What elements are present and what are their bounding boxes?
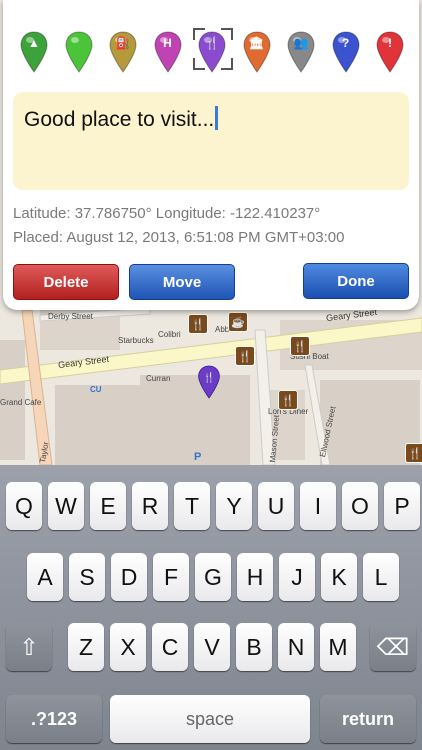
key-v[interactable]: V <box>194 623 230 671</box>
return-key[interactable]: return <box>320 695 416 743</box>
note-text: Good place to visit... <box>24 108 215 131</box>
key-d[interactable]: D <box>111 553 147 601</box>
key-f[interactable]: F <box>153 553 189 601</box>
key-u[interactable]: U <box>258 482 294 530</box>
keyboard: Q W E R T Y U I O P A S D F G H J K L ⇧ Z X C V B N M ⌫ .?123 space re… <box>0 465 422 750</box>
key-t[interactable]: T <box>174 482 210 530</box>
restaurant-poi-icon[interactable]: 🍴 <box>188 314 208 334</box>
backspace-key[interactable]: ⌫ <box>370 623 416 671</box>
pin-symbol: 🏛 <box>248 36 265 50</box>
move-button[interactable]: Move <box>129 264 235 300</box>
selected-pin-indicator <box>193 28 233 70</box>
text-cursor <box>215 106 219 130</box>
pin-symbol: H <box>163 36 172 50</box>
map-label-colibri: Colibri <box>158 330 181 339</box>
restaurant-poi-icon[interactable]: 🍴 <box>290 336 310 356</box>
key-w[interactable]: W <box>48 482 84 530</box>
key-k[interactable]: K <box>321 553 357 601</box>
space-key[interactable]: space <box>110 695 310 743</box>
done-button[interactable]: Done <box>303 263 409 299</box>
key-y[interactable]: Y <box>216 482 252 530</box>
note-textarea[interactable]: Good place to visit... <box>13 92 409 190</box>
placed-restaurant-pin-icon[interactable]: 🍴 <box>197 362 221 402</box>
key-n[interactable]: N <box>278 623 314 671</box>
cafe-poi-icon[interactable]: ☕ <box>228 312 248 332</box>
key-r[interactable]: R <box>132 482 168 530</box>
pin-symbol: ? <box>341 36 350 50</box>
numbers-key[interactable]: .?123 <box>6 695 102 743</box>
map-label-grand-cafe: Grand Cafe <box>0 398 42 407</box>
map-label-derby: Derby Street <box>48 312 93 321</box>
pin-type-tree-icon[interactable]: ▲ <box>19 30 49 74</box>
pin-symbol: ▲ <box>28 36 40 50</box>
key-x[interactable]: X <box>110 623 146 671</box>
pin-type-alert-icon[interactable]: ! <box>375 30 405 74</box>
key-l[interactable]: L <box>363 553 399 601</box>
pin-type-fuel-icon[interactable]: ⛽ <box>108 30 138 74</box>
map-label-parking: P <box>194 451 202 463</box>
key-j[interactable]: J <box>279 553 315 601</box>
placed-date-label: Placed: August 12, 2013, 6:51:08 PM GMT+… <box>13 229 345 246</box>
key-c[interactable]: C <box>152 623 188 671</box>
key-h[interactable]: H <box>237 553 273 601</box>
pin-type-question-icon[interactable]: ? <box>331 30 361 74</box>
key-z[interactable]: Z <box>68 623 104 671</box>
pin-type-museum-icon[interactable]: 🏛 <box>242 30 272 74</box>
key-m[interactable]: M <box>320 623 356 671</box>
shift-key[interactable]: ⇧ <box>6 623 52 671</box>
key-b[interactable]: B <box>236 623 272 671</box>
pin-type-green-icon[interactable] <box>64 30 94 74</box>
pin-type-wc-icon[interactable]: 👥 <box>286 30 316 74</box>
key-i[interactable]: I <box>300 482 336 530</box>
restaurant-poi-icon[interactable]: 🍴 <box>405 443 422 463</box>
pin-edit-panel: ▲ ⛽ H 🍴 🏛 👥?! Good place to visit... Latitude… <box>3 0 419 310</box>
delete-button[interactable]: Delete <box>13 264 119 300</box>
pin-symbol: ⛽ <box>115 36 131 50</box>
key-a[interactable]: A <box>27 553 63 601</box>
key-o[interactable]: O <box>342 482 378 530</box>
restaurant-poi-icon[interactable]: 🍴 <box>235 346 255 366</box>
pin-symbol: ! <box>388 36 392 50</box>
key-e[interactable]: E <box>90 482 126 530</box>
coordinates-label: Latitude: 37.786750° Longitude: -122.410… <box>13 205 321 222</box>
restaurant-poi-icon[interactable]: 🍴 <box>278 390 298 410</box>
pin-type-hospital-icon[interactable]: H <box>153 30 183 74</box>
pin-symbol: 👥 <box>293 36 309 50</box>
map-label-curran: Curran <box>146 374 171 383</box>
key-s[interactable]: S <box>69 553 105 601</box>
key-p[interactable]: P <box>384 482 420 530</box>
key-q[interactable]: Q <box>6 482 42 530</box>
map-label-starbucks: Starbucks <box>118 336 154 345</box>
key-g[interactable]: G <box>195 553 231 601</box>
svg-text:🍴: 🍴 <box>203 371 215 383</box>
map-label-cu: CU <box>90 385 102 394</box>
